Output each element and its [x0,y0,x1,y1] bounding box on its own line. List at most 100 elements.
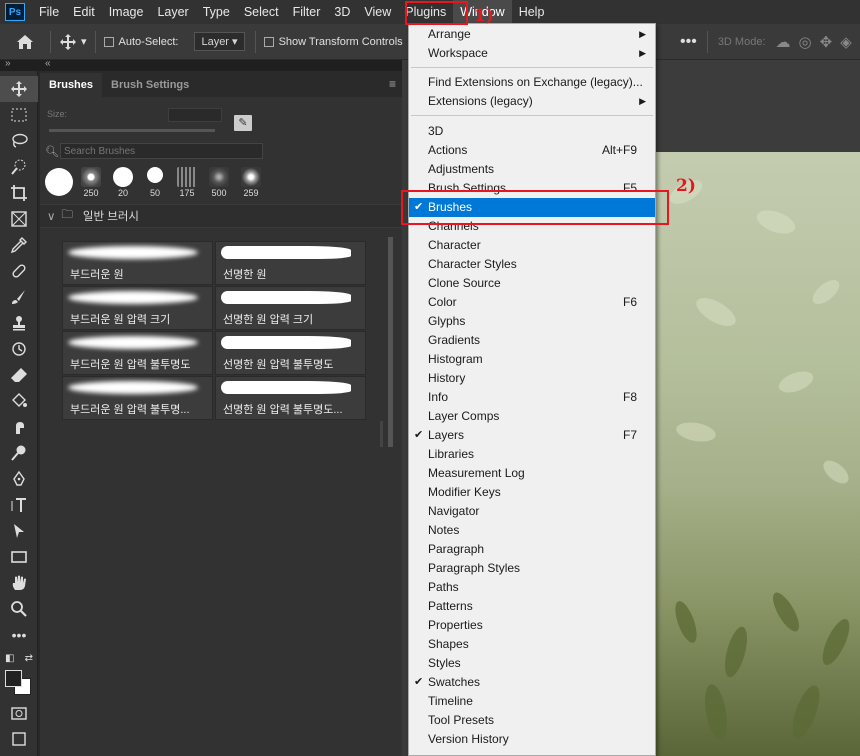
brush-preset-tile[interactable]: 20 [107,166,139,198]
3d-pan-icon[interactable]: ✥ [820,33,833,51]
expand-panels-icon[interactable]: » [5,58,11,69]
size-slider[interactable] [49,129,215,132]
tab-brushes[interactable]: Brushes [40,73,103,97]
layer-dropdown[interactable]: Layer ▾ [194,32,245,51]
healing-brush-tool-icon[interactable] [0,258,38,284]
brush-group-header[interactable]: ∨ 🗀 일반 브러시 [40,204,402,228]
menu-item-history[interactable]: History [409,369,655,388]
frame-tool-icon[interactable] [0,206,38,232]
brush-preset-tile[interactable]: 250 [75,166,107,198]
pen-tool-icon[interactable] [0,466,38,492]
menu-item-layer-comps[interactable]: Layer Comps [409,407,655,426]
canvas-image[interactable] [656,152,860,756]
menu-item-histogram[interactable]: Histogram [409,350,655,369]
home-icon[interactable] [0,24,50,60]
move-tool-preset-icon[interactable]: ▾ [51,24,95,60]
menu-item-paragraph-styles[interactable]: Paragraph Styles [409,559,655,578]
3d-roll-icon[interactable]: ◎ [799,33,812,51]
menu-item-extensions[interactable]: Extensions (legacy) ▶ [409,92,655,111]
menu-item-tool-presets[interactable]: Tool Presets [409,711,655,730]
quick-mask-icon[interactable] [0,700,38,726]
hand-tool-icon[interactable] [0,570,38,596]
marquee-tool-icon[interactable] [0,102,38,128]
lasso-tool-icon[interactable] [0,128,38,154]
menu-item-paths[interactable]: Paths [409,578,655,597]
menu-item-modifier-keys[interactable]: Modifier Keys [409,483,655,502]
menu-item-actions[interactable]: Actions Alt+F9 [409,141,655,160]
menu-filter[interactable]: Filter [286,0,328,24]
menu-item-workspace[interactable]: Workspace ▶ [409,44,655,63]
menu-item-arrange[interactable]: Arrange ▶ [409,25,655,44]
brush-preset-tile[interactable]: 259 [235,166,267,198]
brush-preset-tile[interactable] [43,166,75,198]
brush-preset-tile[interactable]: 175 [171,166,203,198]
auto-select-checkbox[interactable]: Auto-Select: [96,24,187,60]
menu-item-find-extensions[interactable]: Find Extensions on Exchange (legacy)... [409,73,655,92]
menu-type[interactable]: Type [196,0,237,24]
menu-3d[interactable]: 3D [327,0,357,24]
menu-item-libraries[interactable]: Libraries [409,445,655,464]
menu-item-patterns[interactable]: Patterns [409,597,655,616]
menu-item-notes[interactable]: Notes [409,521,655,540]
menu-item-styles[interactable]: Styles [409,654,655,673]
menu-item-paragraph[interactable]: Paragraph [409,540,655,559]
menu-file[interactable]: File [32,0,66,24]
brush-tile[interactable]: 부드러운 원 압력 불투명도 [62,331,213,375]
menu-item-swatches[interactable]: ✔ Swatches [409,673,655,692]
menu-item-gradients[interactable]: Gradients [409,331,655,350]
dodge-tool-icon[interactable] [0,440,38,466]
menu-image[interactable]: Image [102,0,151,24]
menu-item-3d[interactable]: 3D [409,122,655,141]
menu-item-info[interactable]: Info F8 [409,388,655,407]
menu-item-version-history[interactable]: Version History [409,730,655,749]
brushes-scroll-thumb[interactable] [380,421,383,447]
eyedropper-tool-icon[interactable] [0,232,38,258]
menu-item-character[interactable]: Character [409,236,655,255]
brush-tile[interactable]: 부드러운 원 압력 크기 [62,286,213,330]
color-swatches-icon[interactable] [0,668,38,700]
brush-tile[interactable]: 선명한 원 압력 크기 [215,286,366,330]
menu-item-properties[interactable]: Properties [409,616,655,635]
tab-brush-settings[interactable]: Brush Settings [102,73,198,97]
brush-tool-icon[interactable] [0,284,38,310]
collapse-panels-icon[interactable]: « [45,58,51,69]
menu-help[interactable]: Help [512,0,552,24]
eraser-tool-icon[interactable] [0,362,38,388]
menu-view[interactable]: View [357,0,398,24]
paint-bucket-tool-icon[interactable] [0,388,38,414]
menu-item-layers[interactable]: ✔ Layers F7 [409,426,655,445]
brush-preset-tile[interactable]: 500 [203,166,235,198]
menu-item-glyphs[interactable]: Glyphs [409,312,655,331]
chevron-down-icon[interactable]: ∨ [47,209,55,223]
3d-orbit-icon[interactable]: ☁ [776,33,791,51]
menu-item-shapes[interactable]: Shapes [409,635,655,654]
panel-menu-icon[interactable]: ≡ [389,77,396,91]
quick-select-tool-icon[interactable] [0,154,38,180]
menu-item-timeline[interactable]: Timeline [409,692,655,711]
more-icon[interactable]: ••• [680,33,697,51]
smudge-tool-icon[interactable] [0,414,38,440]
menu-item-clone-source[interactable]: Clone Source [409,274,655,293]
edit-toolbar-icon[interactable]: ••• [0,622,38,648]
menu-edit[interactable]: Edit [66,0,102,24]
swap-colors-icon[interactable]: ◧ ⇄ [0,648,38,668]
3d-slide-icon[interactable]: ◈ [840,33,852,51]
menu-item-adjustments[interactable]: Adjustments [409,160,655,179]
menu-select[interactable]: Select [237,0,286,24]
brush-tile[interactable]: 선명한 원 [215,241,366,285]
brush-tile[interactable]: 부드러운 원 [62,241,213,285]
menu-item-character-styles[interactable]: Character Styles [409,255,655,274]
zoom-tool-icon[interactable] [0,596,38,622]
move-tool-icon[interactable] [0,76,38,102]
brush-tile[interactable]: 부드러운 원 압력 불투명... [62,376,213,420]
menu-layer[interactable]: Layer [150,0,195,24]
menu-item-navigator[interactable]: Navigator [409,502,655,521]
crop-tool-icon[interactable] [0,180,38,206]
brush-tile[interactable]: 선명한 원 압력 불투명도 [215,331,366,375]
screen-mode-icon[interactable] [0,726,38,752]
menu-item-measurement-log[interactable]: Measurement Log [409,464,655,483]
path-selection-tool-icon[interactable] [0,518,38,544]
size-field[interactable] [168,108,222,122]
brush-preset-tile[interactable]: 50 [139,166,171,198]
type-tool-icon[interactable] [0,492,38,518]
